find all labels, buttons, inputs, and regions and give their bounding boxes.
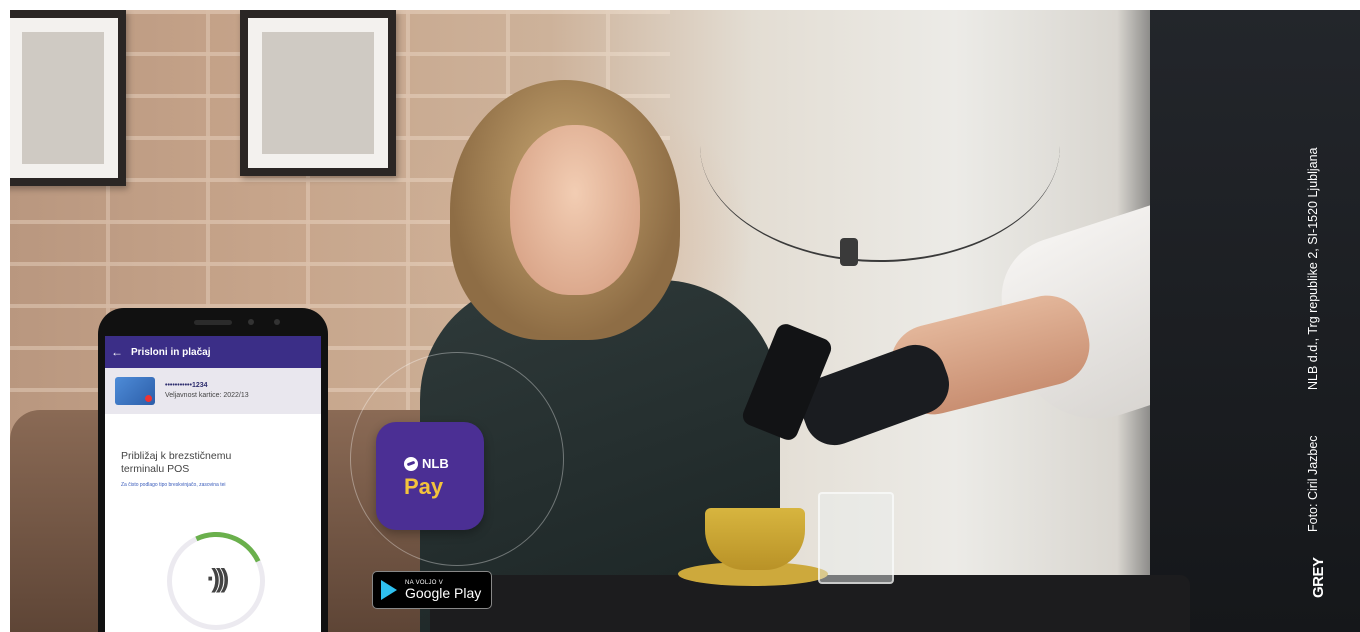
card-info: •••••••••••1234 Veljavnost kartice: 2022… <box>165 381 249 401</box>
picture-frame <box>240 10 396 176</box>
card-icon <box>115 377 155 405</box>
phone-mockup: ← Prisloni in plačaj •••••••••••1234 Vel… <box>98 308 328 632</box>
light-bulb <box>840 238 858 266</box>
cafe-table <box>430 575 1190 632</box>
card-number: •••••••••••1234 <box>165 382 208 389</box>
pay-label: Pay <box>404 474 444 499</box>
company-address: NLB d.d., Trg republike 2, SI-1520 Ljubl… <box>1306 147 1320 390</box>
nlb-pay-app-icon: NLB Pay <box>376 422 484 530</box>
camera-dot <box>248 319 254 325</box>
string-lights <box>700 30 1060 262</box>
card-caption: Veljavnost kartice: 2022/13 <box>165 392 249 399</box>
picture-frame <box>10 10 126 186</box>
tap-instruction: Približaj k brezstičnemu terminalu POS <box>105 414 321 476</box>
app-bar: ← Prisloni in plačaj <box>105 336 321 368</box>
sensor-dot <box>274 319 280 325</box>
contactless-icon: ·))) <box>206 563 230 593</box>
advertisement: ← Prisloni in plačaj •••••••••••1234 Vel… <box>10 10 1360 632</box>
badge-big-text: Google Play <box>405 585 482 601</box>
speaker-grille <box>194 320 232 325</box>
instruction-line-1: Približaj k brezstičnemu <box>121 450 232 462</box>
photo-credit: Foto: Ciril Jazbec <box>1306 435 1320 532</box>
nlb-logo-icon <box>404 456 418 471</box>
phone-screen: ← Prisloni in plačaj •••••••••••1234 Vel… <box>105 336 321 632</box>
google-play-icon <box>381 580 397 600</box>
waiter <box>1150 10 1360 632</box>
contactless-indicator: ·))) <box>167 532 265 630</box>
woman-face <box>510 125 640 295</box>
selected-card[interactable]: •••••••••••1234 Veljavnost kartice: 2022… <box>105 368 321 414</box>
coffee-cup <box>705 508 805 570</box>
nlb-brand: NLB <box>422 456 449 471</box>
instruction-hint: Za čisto podlago tipo breskvinjačo, zaso… <box>121 482 226 488</box>
back-arrow-icon[interactable]: ← <box>111 345 123 359</box>
google-play-badge[interactable]: NA VOLJO V Google Play <box>372 571 492 609</box>
water-glass <box>818 492 894 584</box>
app-bar-title: Prisloni in plačaj <box>131 346 211 358</box>
instruction-line-2: terminalu POS <box>121 463 190 475</box>
agency-logo: GREY <box>1310 557 1327 598</box>
